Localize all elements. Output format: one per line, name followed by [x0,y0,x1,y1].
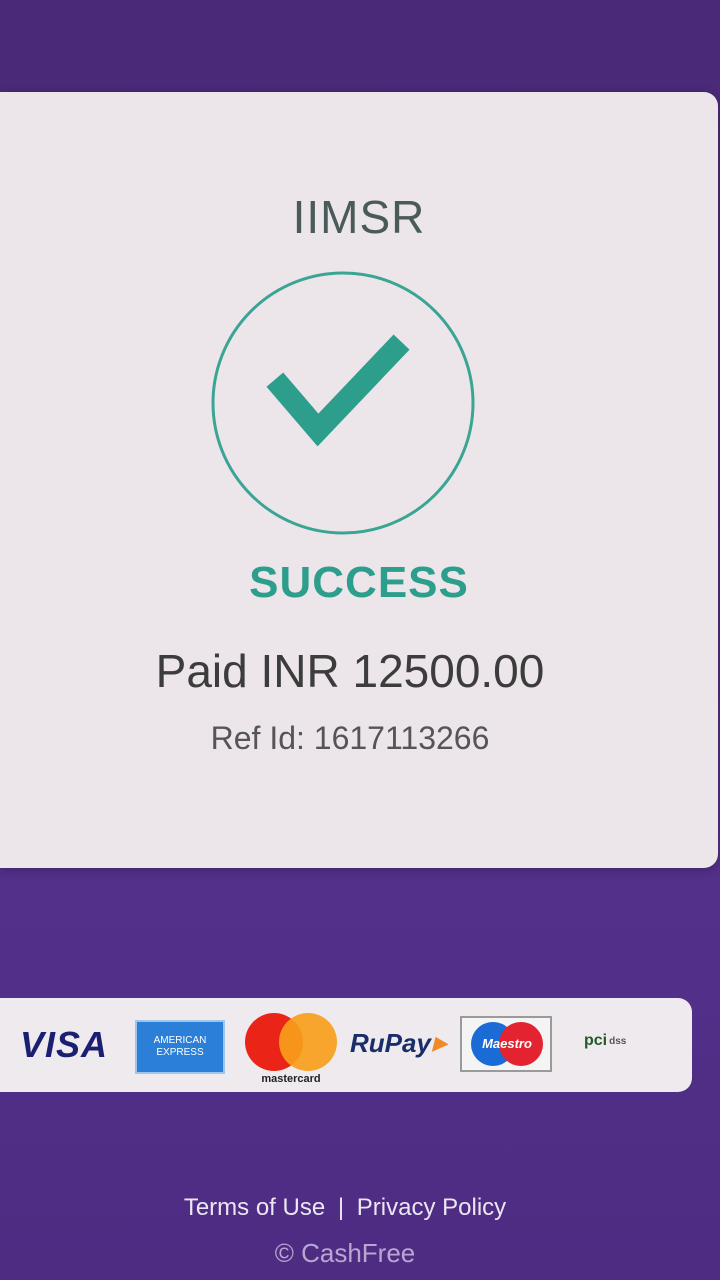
copyright-text: © CashFree [274,1238,416,1268]
mastercard-logo: mastercard [244,1010,338,1088]
payment-methods-strip: VISA AMERICAN EXPRESS mastercard RuPay ▶ … [0,998,692,1092]
terms-of-use-link[interactable]: Terms of Use [184,1194,325,1222]
merchant-name: IIMSR [292,191,426,243]
amex-logo: AMERICAN EXPRESS [135,1020,225,1074]
footer-links: Terms of Use | Privacy Policy [0,1194,690,1222]
rupay-logo: RuPay ▶ [350,1028,447,1058]
mastercard-label: mastercard [261,1073,321,1085]
privacy-policy-link[interactable]: Privacy Policy [357,1194,506,1222]
checkmark-circle-icon [210,270,476,536]
rupay-label: RuPay [350,1028,431,1058]
status-label: SUCCESS [249,558,469,607]
pci-label: pci [584,1032,608,1049]
reference-id: Ref Id: 1617113266 [210,720,490,756]
pci-dss-label: dss [609,1035,627,1047]
pci-dss-logo: pci dss [584,1032,626,1050]
visa-logo: VISA [20,1024,109,1065]
footer-separator: | [337,1194,345,1221]
amex-logo-line2: EXPRESS [156,1047,204,1058]
maestro-label: Maestro [482,1036,532,1051]
paid-amount: Paid INR 12500.00 [155,645,545,697]
maestro-logo: Maestro [460,1016,552,1072]
amex-logo-line1: AMERICAN [153,1035,207,1046]
